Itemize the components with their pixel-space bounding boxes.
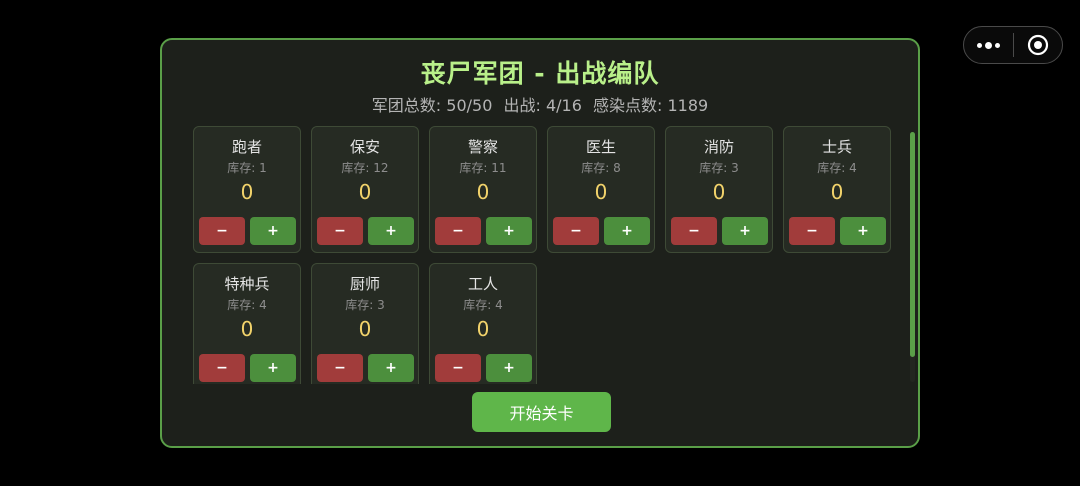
unit-name: 保安: [349, 138, 380, 156]
unit-name: 工人: [467, 275, 498, 293]
unit-name: 消防: [703, 138, 734, 156]
unit-card: 警察库存: 11 0 − +: [429, 126, 537, 253]
unit-stock: 库存: 1: [227, 161, 267, 175]
unit-count: 0: [594, 180, 608, 204]
page-title: 丧尸军团 - 出战编队: [420, 59, 660, 88]
scrollbar[interactable]: [910, 132, 915, 382]
unit-card: 工人库存: 4 0 − +: [429, 263, 537, 384]
unit-name: 士兵: [821, 138, 852, 156]
decrease-button[interactable]: −: [199, 217, 245, 245]
increase-button[interactable]: +: [604, 217, 650, 245]
unit-card: 医生库存: 8 0 − +: [547, 126, 655, 253]
unit-count: 0: [712, 180, 726, 204]
unit-count: 0: [358, 317, 372, 341]
unit-card: 厨师库存: 3 0 − +: [311, 263, 419, 384]
unit-stock: 库存: 3: [345, 298, 385, 312]
unit-name: 特种兵: [224, 275, 270, 293]
decrease-button[interactable]: −: [435, 217, 481, 245]
decrease-button[interactable]: −: [435, 354, 481, 382]
target-circle-icon[interactable]: [1014, 34, 1062, 56]
increase-button[interactable]: +: [722, 217, 768, 245]
decrease-button[interactable]: −: [553, 217, 599, 245]
unit-name: 医生: [585, 138, 616, 156]
unit-grid[interactable]: 跑者 库存: 1 0− + 保安 库存: 12 0− + 警察 库存: 11 0− + 医生 库存: 80…: [192, 126, 892, 384]
unit-stock: 库存: 4: [817, 161, 857, 175]
unit-count: 0: [240, 180, 254, 204]
deployed-count: 出战: 4/16: [503, 96, 582, 115]
unit-count: 0: [240, 317, 254, 341]
army-total: 军团总数: 50/50: [371, 96, 493, 115]
unit-stock: 库存: 12: [341, 161, 389, 175]
increase-button[interactable]: +: [840, 217, 886, 245]
unit-card: 特种兵库存: 4 0 − +: [193, 263, 301, 384]
increase-button[interactable]: +: [368, 217, 414, 245]
increase-button[interactable]: +: [368, 354, 414, 382]
squad-panel: 丧尸军团 - 出战编队 军团总数: 50/50 出战: 4/16 感染点数: 1…: [160, 38, 920, 448]
unit-stock: 库存: 3: [699, 161, 739, 175]
unit-count: 0: [358, 180, 372, 204]
unit-stock: 库存: 4: [227, 298, 267, 312]
increase-button[interactable]: +: [250, 217, 296, 245]
infection-points: 感染点数: 1189: [593, 96, 709, 115]
mini-program-capsule: [963, 26, 1063, 64]
decrease-button[interactable]: −: [317, 217, 363, 245]
unit-name: 厨师: [349, 275, 380, 293]
unit-count: 0: [476, 180, 490, 204]
unit-stock: 库存: 8: [581, 161, 621, 175]
unit-stock: 库存: 4: [463, 298, 503, 312]
unit-count: 0: [476, 317, 490, 341]
scrollbar-thumb[interactable]: [910, 132, 915, 357]
start-level-button[interactable]: 开始关卡: [472, 392, 611, 432]
unit-card: 跑者库存: 1 0 − +: [193, 126, 301, 253]
decrease-button[interactable]: −: [317, 354, 363, 382]
increase-button[interactable]: +: [250, 354, 296, 382]
unit-card: 消防库存: 3 0 − +: [665, 126, 773, 253]
decrease-button[interactable]: −: [789, 217, 835, 245]
unit-card: 士兵库存: 4 0 − +: [783, 126, 891, 253]
increase-button[interactable]: +: [486, 217, 532, 245]
decrease-button[interactable]: −: [671, 217, 717, 245]
unit-name: 警察: [467, 138, 498, 156]
unit-name: 跑者: [231, 138, 262, 156]
more-dots-icon[interactable]: [964, 41, 1013, 49]
unit-count: 0: [830, 180, 844, 204]
unit-stock: 库存: 11: [459, 161, 507, 175]
decrease-button[interactable]: −: [199, 354, 245, 382]
increase-button[interactable]: +: [486, 354, 532, 382]
unit-card: 保安库存: 12 0 − +: [311, 126, 419, 253]
army-stats: 军团总数: 50/50 出战: 4/16 感染点数: 1189: [162, 92, 918, 116]
